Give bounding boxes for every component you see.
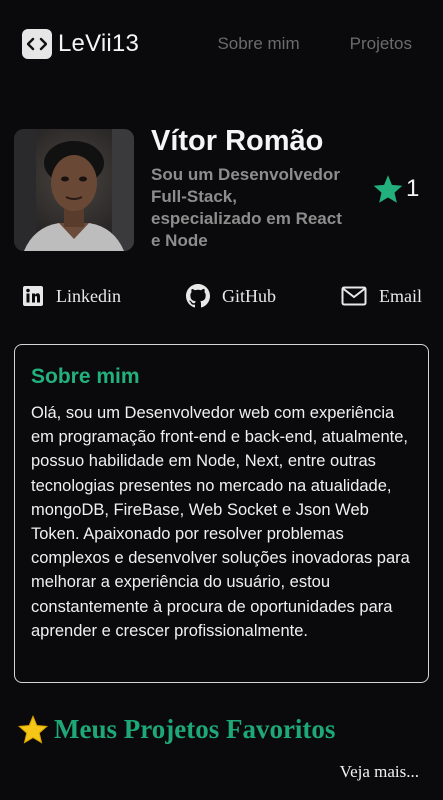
logo-text: LeVii13: [58, 30, 140, 57]
about-title: Sobre mim: [31, 365, 140, 388]
github-label: GitHub: [222, 285, 276, 306]
email-icon: [341, 286, 367, 306]
profile-name: Vítor Romão: [151, 125, 324, 157]
social-links: Linkedin GitHub Email: [22, 284, 422, 308]
email-link[interactable]: Email: [341, 284, 422, 308]
email-label: Email: [379, 285, 422, 306]
linkedin-link[interactable]: Linkedin: [22, 284, 121, 308]
star-icon: [373, 175, 403, 203]
github-link[interactable]: GitHub: [186, 284, 276, 308]
about-card: Sobre mim Olá, sou um Desenvolvedor web …: [14, 344, 429, 683]
main-nav: Sobre mim Projetos: [217, 34, 412, 54]
profile-card: Vítor Romão Sou um Desenvolvedor Full-St…: [14, 125, 434, 252]
star-icon: [18, 715, 48, 744]
github-icon: [186, 284, 210, 308]
nav-projetos[interactable]: Projetos: [350, 34, 412, 54]
about-text: Olá, sou um Desenvolvedor web com experi…: [31, 404, 410, 640]
profile-role: Sou um Desenvolvedor Full-Stack, especia…: [151, 165, 342, 250]
nav-sobre-mim[interactable]: Sobre mim: [217, 34, 299, 54]
rating-count: 1: [406, 175, 420, 202]
linkedin-icon: [23, 286, 43, 306]
header: LeVii13 Sobre mim Projetos: [0, 0, 443, 88]
favorites-title: Meus Projetos Favoritos: [54, 714, 336, 744]
star-rating[interactable]: 1: [372, 174, 419, 204]
favorites-header: Meus Projetos Favoritos: [18, 714, 335, 745]
logo[interactable]: LeVii13: [22, 29, 139, 59]
code-icon: [22, 29, 52, 59]
linkedin-label: Linkedin: [56, 285, 121, 306]
see-more-link[interactable]: Veja mais...: [340, 762, 419, 782]
avatar: [14, 129, 134, 251]
